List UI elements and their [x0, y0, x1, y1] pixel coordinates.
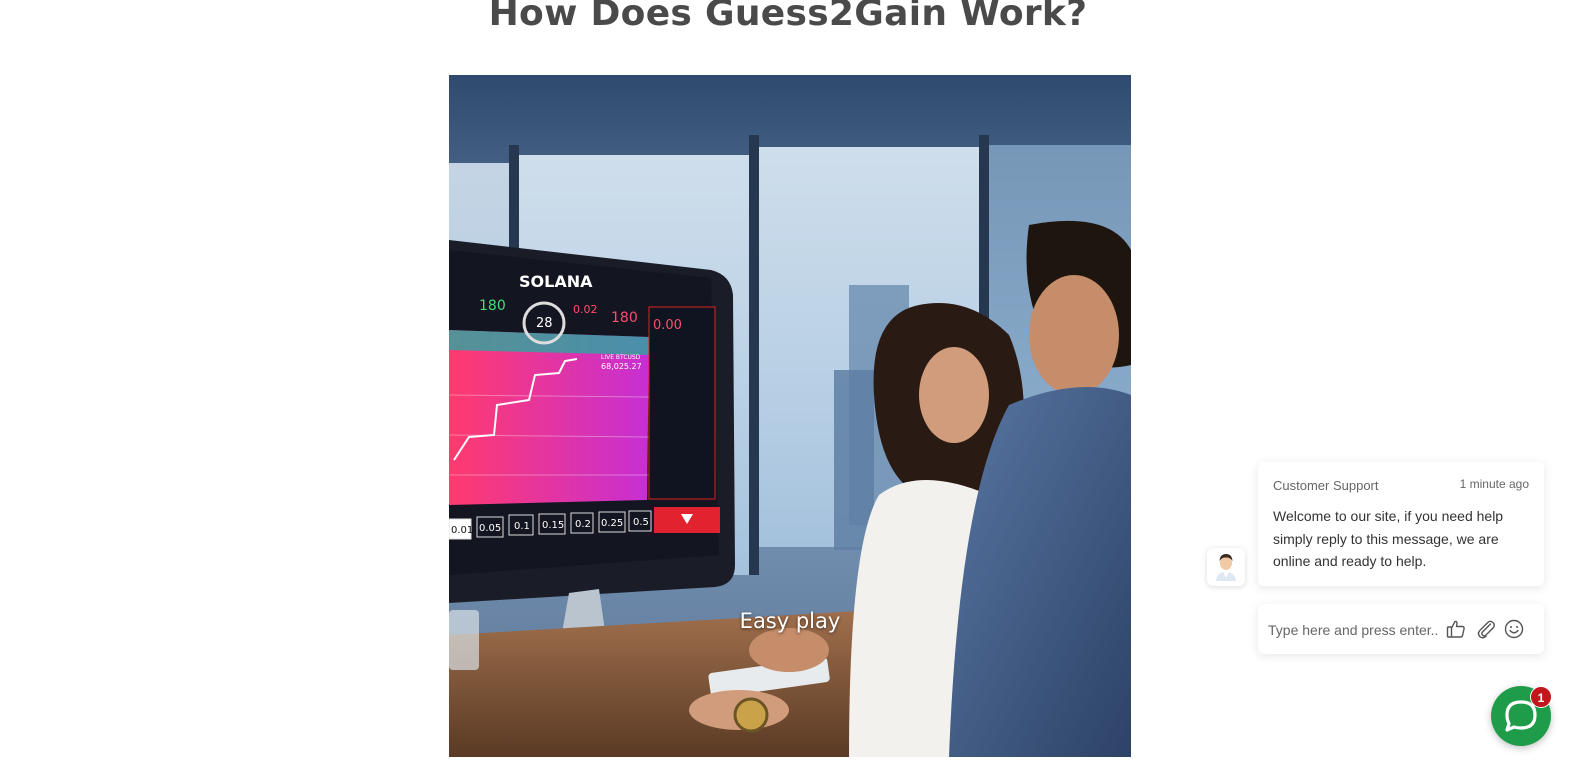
- thumbs-up-icon[interactable]: [1444, 617, 1468, 641]
- screen-bet-option: 0.01: [451, 525, 473, 536]
- screen-live-price: 68,025.27: [601, 362, 642, 371]
- paperclip-icon[interactable]: [1474, 617, 1498, 641]
- screen-payout-left: 180: [479, 298, 506, 314]
- screen-live-label: LIVE BTCUSD: [601, 354, 641, 361]
- smiley-icon[interactable]: [1502, 617, 1526, 641]
- monitor-illustration: [449, 240, 735, 603]
- screen-brand: SOLANA: [519, 272, 593, 291]
- hero-video[interactable]: SOLANA 180 180 0.02 28 LIVE BTCUSD 68,02…: [449, 75, 1131, 757]
- screen-volume: 0.02: [573, 303, 598, 316]
- chat-message-text: Welcome to our site, if you need help si…: [1273, 508, 1504, 569]
- support-avatar: [1207, 548, 1245, 586]
- screen-bet-option: 0.2: [575, 519, 591, 530]
- screen-bet-option: 0.5: [633, 517, 649, 528]
- chat-timestamp: 1 minute ago: [1459, 477, 1529, 491]
- screen-bet-option: 0.05: [479, 523, 501, 534]
- unread-count-badge: 1: [1530, 686, 1552, 708]
- screen-timer: 28: [536, 316, 553, 331]
- chat-message-bubble: Customer Support 1 minute ago Welcome to…: [1258, 462, 1544, 586]
- page-title: How Does Guess2Gain Work?: [488, 0, 1088, 34]
- chat-sender-name: Customer Support: [1273, 478, 1379, 493]
- screen-bet-option: 0.25: [601, 518, 623, 529]
- screen-balance: 0.00: [653, 318, 682, 333]
- chat-composer: [1258, 604, 1544, 654]
- video-caption: Easy play: [739, 609, 841, 633]
- chat-input[interactable]: [1266, 617, 1448, 643]
- agent-avatar-icon: [1216, 554, 1236, 581]
- screen-bet-option: 0.1: [514, 521, 530, 532]
- screen-bet-option: 0.15: [542, 520, 564, 531]
- screen-payout-right: 180: [611, 310, 638, 326]
